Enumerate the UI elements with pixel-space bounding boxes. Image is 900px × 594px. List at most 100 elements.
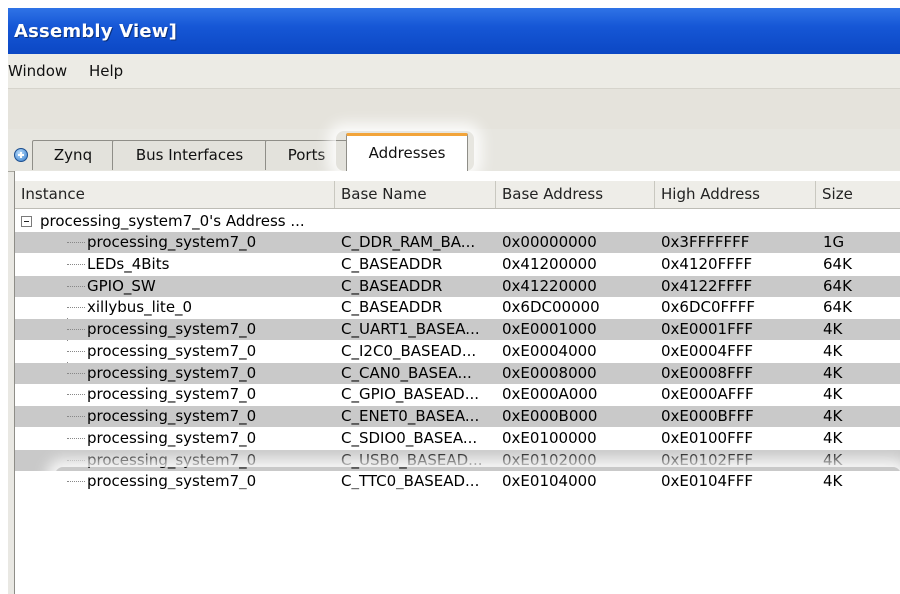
- tree-connector: [67, 394, 85, 396]
- tree-connector: [67, 307, 85, 309]
- tree-connector: [67, 437, 85, 440]
- high-address-cell: 0xE0100FFF: [661, 428, 753, 447]
- base-name-cell: C_UART1_BASEA...: [341, 320, 480, 338]
- high-address-cell: 0x4122FFFF: [661, 276, 753, 295]
- tree-connector: [67, 263, 85, 266]
- table-row[interactable]: GPIO_SW C_BASEADDR 0x41220000 0x4122FFFF 64K: [15, 275, 900, 297]
- size-cell: 4K: [823, 450, 843, 469]
- menu-bar: Window Help: [8, 54, 900, 89]
- base-name-cell: C_DDR_RAM_BA...: [341, 233, 476, 251]
- tree-connector: [67, 481, 85, 483]
- high-address-cell: 0xE0004FFF: [661, 341, 753, 360]
- base-address-cell: 0x41200000: [502, 254, 597, 273]
- size-cell: 4K: [823, 407, 843, 425]
- tree-connector: [67, 242, 85, 244]
- instance-cell: processing_system7_0: [87, 407, 257, 425]
- high-address-cell: 0xE0008FFF: [661, 363, 753, 382]
- high-address-cell: 0xE0104FFF: [661, 472, 753, 491]
- high-address-cell: 0x3FFFFFFF: [661, 233, 750, 251]
- table-row[interactable]: processing_system7_0 C_DDR_RAM_BA... 0x000…: [15, 232, 900, 253]
- instance-cell: processing_system7_0: [87, 385, 257, 404]
- high-address-cell: 0x4120FFFF: [661, 254, 753, 273]
- size-cell: 64K: [823, 276, 852, 295]
- title-bar[interactable]: Assembly View]: [8, 8, 900, 54]
- instance-cell: LEDs_4Bits: [87, 254, 170, 273]
- tab-bus-interfaces[interactable]: Bus Interfaces: [112, 140, 267, 170]
- size-cell: 64K: [823, 254, 852, 273]
- column-header-instance[interactable]: Instance: [15, 181, 335, 208]
- tree-connector: [67, 285, 85, 288]
- instance-cell: GPIO_SW: [87, 276, 156, 295]
- tab-addresses[interactable]: Addresses: [346, 133, 468, 171]
- base-name-cell: C_BASEADDR: [341, 254, 443, 273]
- base-name-cell: C_CAN0_BASEA...: [341, 363, 472, 382]
- table-row[interactable]: processing_system7_0 C_TTC0_BASEAD... 0xE0…: [15, 471, 900, 493]
- tab-zynq[interactable]: Zynq: [32, 140, 114, 170]
- base-name-cell: C_I2C0_BASEAD...: [341, 341, 477, 360]
- high-address-cell: 0x6DC0FFFF: [661, 298, 756, 317]
- size-cell: 1G: [823, 233, 845, 251]
- size-cell: 4K: [823, 320, 843, 338]
- table-row[interactable]: processing_system7_0 C_ENET0_BASEA... 0xE0…: [15, 406, 900, 427]
- size-cell: 64K: [823, 298, 852, 317]
- table-header: Instance Base Name Base Address High Add…: [15, 181, 900, 209]
- instance-cell: processing_system7_0: [87, 320, 257, 338]
- column-header-high-address[interactable]: High Address: [655, 181, 816, 208]
- base-address-cell: 0xE0008000: [502, 363, 597, 382]
- table-row[interactable]: xillybus_lite_0 C_BASEADDR 0x6DC00000 0x6DC…: [15, 297, 900, 319]
- instance-cell: processing_system7_0: [87, 233, 257, 251]
- window-title: Assembly View]: [14, 21, 178, 42]
- instance-cell: processing_system7_0: [87, 450, 257, 469]
- table-row[interactable]: processing_system7_0 C_CAN0_BASEA... 0xE00…: [15, 362, 900, 384]
- menu-item-help[interactable]: Help: [89, 62, 123, 80]
- base-address-cell: 0x6DC00000: [502, 298, 600, 317]
- instance-cell: processing_system7_0: [87, 341, 257, 360]
- high-address-cell: 0xE000BFFF: [661, 407, 754, 425]
- base-name-cell: C_BASEADDR: [341, 276, 443, 295]
- add-tab-icon[interactable]: [14, 148, 28, 162]
- app-window: Assembly View] Window Help Zynq Bus Inte…: [8, 8, 900, 594]
- table-row[interactable]: processing_system7_0 C_SDIO0_BASEA... 0xE0…: [15, 427, 900, 449]
- column-header-size[interactable]: Size: [816, 181, 900, 208]
- instance-cell: processing_system7_0: [87, 472, 257, 491]
- base-name-cell: C_ENET0_BASEA...: [341, 407, 480, 425]
- base-name-cell: C_SDIO0_BASEA...: [341, 428, 478, 447]
- base-name-cell: C_USB0_BASEAD...: [341, 450, 483, 469]
- table-row[interactable]: processing_system7_0 C_UART1_BASEA... 0xE0…: [15, 319, 900, 340]
- column-header-base-name[interactable]: Base Name: [335, 181, 496, 208]
- high-address-cell: 0xE0001FFF: [661, 320, 753, 338]
- size-cell: 4K: [823, 385, 843, 404]
- table-row[interactable]: processing_system7_0 C_USB0_BASEAD... 0xE0…: [15, 449, 900, 471]
- base-address-cell: 0xE000A000: [502, 385, 598, 404]
- tree-connector: [67, 329, 85, 331]
- high-address-cell: 0xE0102FFF: [661, 450, 753, 469]
- instance-cell: processing_system7_0: [87, 428, 257, 447]
- tree-connector: [67, 459, 85, 462]
- instance-cell: processing_system7_0: [87, 363, 257, 382]
- table-row[interactable]: processing_system7_0 C_GPIO_BASEAD... 0xE0…: [15, 384, 900, 406]
- base-address-cell: 0xE0004000: [502, 341, 597, 360]
- collapse-icon[interactable]: [21, 216, 32, 227]
- base-address-cell: 0xE000B000: [502, 407, 598, 425]
- tree-connector: [67, 372, 85, 375]
- base-address-cell: 0xE0001000: [502, 320, 597, 338]
- base-name-cell: C_GPIO_BASEAD...: [341, 385, 480, 404]
- column-header-base-address[interactable]: Base Address: [496, 181, 655, 208]
- instance-cell: xillybus_lite_0: [87, 298, 193, 317]
- base-address-cell: 0x41220000: [502, 276, 597, 295]
- tree-group-row[interactable]: processing_system7_0's Address ...: [15, 211, 900, 232]
- table-row[interactable]: processing_system7_0 C_I2C0_BASEAD... 0xE0…: [15, 340, 900, 362]
- tab-ports[interactable]: Ports: [265, 140, 348, 170]
- base-address-cell: 0x00000000: [502, 233, 597, 251]
- base-address-cell: 0xE0104000: [502, 472, 597, 491]
- size-cell: 4K: [823, 428, 843, 447]
- base-name-cell: C_TTC0_BASEAD...: [341, 472, 480, 491]
- high-address-cell: 0xE000AFFF: [661, 385, 754, 404]
- group-label: processing_system7_0's Address ...: [40, 212, 305, 230]
- tab-strip: Zynq Bus Interfaces Ports Addresses: [8, 129, 900, 172]
- menu-item-window[interactable]: Window: [8, 62, 67, 80]
- size-cell: 4K: [823, 341, 843, 360]
- address-table: Instance Base Name Base Address High Add…: [14, 171, 900, 594]
- base-address-cell: 0xE0100000: [502, 428, 597, 447]
- table-row[interactable]: LEDs_4Bits C_BASEADDR 0x41200000 0x4120FFFF…: [15, 253, 900, 275]
